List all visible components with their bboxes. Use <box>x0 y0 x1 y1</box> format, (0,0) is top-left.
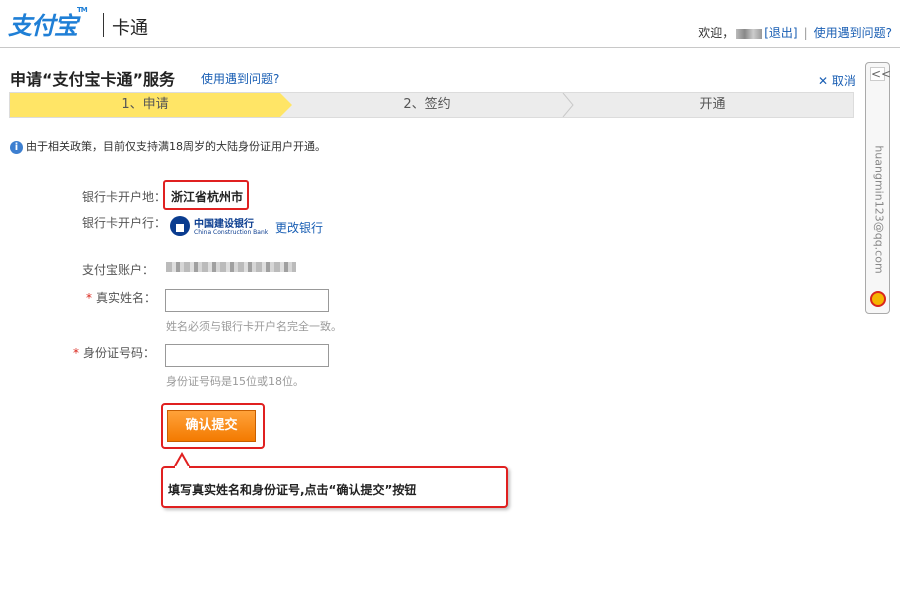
id-number-input[interactable] <box>165 344 329 367</box>
required-mark: * <box>86 291 92 305</box>
logo-tm: TM <box>77 6 88 14</box>
callout-text: 填写真实姓名和身份证号,点击“确认提交”按钮 <box>168 483 417 497</box>
name-label: * 真实姓名： <box>86 289 156 306</box>
step-open: 开通 <box>699 97 726 112</box>
location-value: 浙江省杭州市 <box>171 190 244 204</box>
real-name-input[interactable] <box>165 289 329 312</box>
top-header: 支付宝TM 卡通 欢迎， [退出] | 使用遇到问题? <box>0 0 900 48</box>
callout-pointer-icon <box>174 452 190 468</box>
blurred-username <box>736 28 763 39</box>
logo-text: 支付宝 <box>8 12 78 40</box>
logo-divider <box>103 13 104 37</box>
collapse-icon[interactable]: << <box>870 67 891 81</box>
name-label-text: 真实姓名： <box>96 291 157 305</box>
step-sign: 2、签约 <box>403 97 451 112</box>
ccb-emblem-icon <box>170 216 190 236</box>
ccb-logo: 中国建设银行 China Construction Bank <box>170 214 270 240</box>
location-label: 银行卡开户地： <box>82 190 167 204</box>
info-icon: i <box>10 140 23 154</box>
name-hint: 姓名必须与银行卡开户名完全一致。 <box>166 320 342 333</box>
id-hint: 身份证号码是15位或18位。 <box>166 375 304 388</box>
header-help-link[interactable]: 使用遇到问题? <box>814 26 892 40</box>
alipay-logo[interactable]: 支付宝TM <box>8 6 88 41</box>
blurred-account <box>166 262 296 272</box>
change-bank-link[interactable]: 更改银行 <box>275 219 323 236</box>
side-widget: << huangmin123@qq.com <box>865 62 891 314</box>
bank-name-en: China Construction Bank <box>194 229 269 236</box>
welcome-text: 欢迎， <box>698 26 735 40</box>
side-email: huangmin123@qq.com <box>872 145 886 274</box>
notice-text: 由于相关政策，目前仅支持满18周岁的大陆身份证用户开通。 <box>26 140 326 153</box>
required-mark: * <box>73 346 79 360</box>
submit-button[interactable]: 确认提交 <box>167 410 256 442</box>
bank-label: 银行卡开户行： <box>82 216 167 230</box>
account-label: 支付宝账户： <box>82 263 155 277</box>
cancel-link[interactable]: ✕ 取消 <box>818 72 856 89</box>
page-title: 申请“支付宝卡通”服务 <box>10 70 176 89</box>
id-label-text: 身份证号码： <box>83 346 156 360</box>
product-name: 卡通 <box>112 18 148 39</box>
user-bar: 欢迎， [退出] | 使用遇到问题? <box>698 24 892 41</box>
step-apply: 1、申请 <box>10 93 292 117</box>
title-help-link[interactable]: 使用遇到问题? <box>201 70 279 87</box>
progress-steps: 1、申请 2、签约 开通 <box>9 92 854 118</box>
logout-link[interactable]: [退出] <box>764 26 797 40</box>
alarm-clock-icon[interactable] <box>870 291 886 307</box>
bank-name-cn: 中国建设银行 <box>194 219 254 230</box>
policy-notice: i 由于相关政策，目前仅支持满18周岁的大陆身份证用户开通。 <box>10 138 326 154</box>
header-separator: | <box>803 26 808 40</box>
id-label: * 身份证号码： <box>73 344 155 361</box>
